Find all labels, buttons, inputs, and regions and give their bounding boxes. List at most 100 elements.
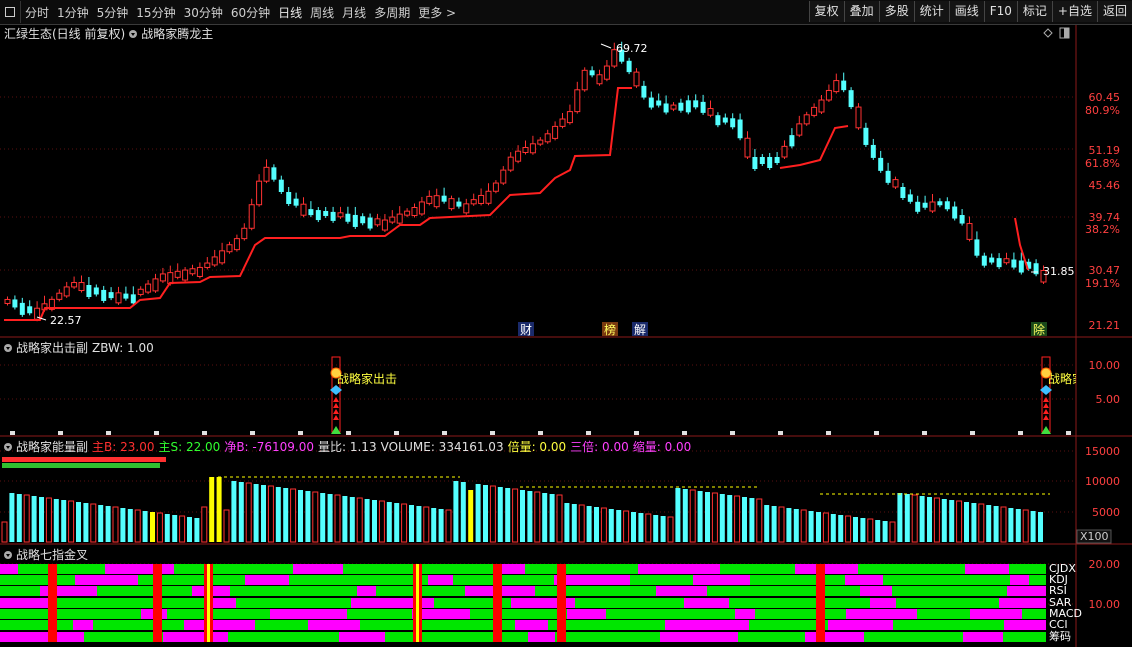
- stock-name-label: 汇绿生态(日线 前复权): [4, 27, 126, 41]
- volume-bar: [927, 497, 932, 542]
- candle: [722, 113, 728, 125]
- candle: [633, 68, 640, 88]
- volume-bar: [564, 503, 570, 542]
- diamond-icon[interactable]: [1043, 28, 1053, 38]
- ribbon-segment: [720, 564, 749, 574]
- ribbon-segment: [870, 598, 896, 608]
- signal-panel: [10, 356, 1071, 435]
- baseline-dot: [874, 431, 879, 435]
- candle: [463, 198, 470, 215]
- ribbon-segment: [428, 575, 453, 585]
- axis-tick: 60.45: [1089, 91, 1121, 104]
- signal-indicator-name[interactable]: 战略家出击副: [16, 339, 88, 356]
- event-tag-unlock[interactable]: 解: [634, 323, 646, 337]
- ribbon-segment: [653, 575, 693, 585]
- volume-bar: [9, 493, 15, 542]
- volume-bar: [638, 513, 644, 542]
- main-indicator-name[interactable]: 战略家腾龙主: [141, 25, 213, 42]
- ribbon-segment: [892, 586, 941, 596]
- candle: [337, 206, 344, 219]
- seven-indicator-name[interactable]: 战略七指金叉: [16, 546, 88, 563]
- candle: [1003, 252, 1010, 265]
- event-tag-finance[interactable]: 财: [520, 323, 532, 337]
- ribbon-segment: [846, 609, 917, 619]
- volume-bar: [372, 500, 377, 542]
- volume-bar: [209, 477, 215, 542]
- candlestick-series: [4, 41, 1047, 322]
- candle: [796, 115, 803, 138]
- volume-bar: [1022, 509, 1029, 543]
- candle: [470, 193, 477, 206]
- ribbon-segment: [260, 564, 293, 574]
- axis-tick: 51.19: [1089, 144, 1121, 157]
- baseline-dot: [346, 431, 351, 435]
- candle: [811, 103, 818, 118]
- volume-bar: [231, 481, 237, 542]
- volume-bar: [608, 509, 614, 542]
- candle: [286, 187, 292, 206]
- volume-bar: [882, 521, 888, 542]
- ribbon-segment: [470, 609, 545, 619]
- ribbon-segment: [0, 620, 73, 630]
- volume-bar: [986, 505, 992, 542]
- candle: [522, 140, 529, 155]
- candle: [500, 166, 507, 186]
- collapse-icon[interactable]: [4, 343, 12, 352]
- ribbon-segment: [18, 564, 53, 574]
- ribbon-segment: [738, 632, 763, 642]
- volume-bar: [727, 495, 733, 542]
- ribbon-segment: [210, 609, 270, 619]
- candle: [737, 113, 743, 141]
- volume-bar: [867, 518, 874, 543]
- collapse-icon[interactable]: [129, 29, 138, 38]
- axis-tick: 19.1%: [1085, 277, 1120, 290]
- collapse-icon[interactable]: [4, 442, 12, 451]
- candle: [19, 297, 25, 317]
- candle: [559, 113, 566, 129]
- event-tag-list[interactable]: 榜: [604, 322, 616, 337]
- ribbon-segment: [795, 564, 858, 574]
- ribbon-segment: [347, 609, 371, 619]
- volume-bar: [830, 514, 836, 542]
- volume-bar: [275, 487, 281, 542]
- golden-cross-column: [816, 564, 825, 642]
- volume-bar: [489, 485, 496, 543]
- ribbon-segment: [1022, 609, 1046, 619]
- ribbon-segment: [167, 609, 210, 619]
- volume-bar: [623, 510, 630, 543]
- candle: [204, 257, 211, 270]
- seven-indicator-panel-title: 战略七指金叉: [4, 546, 92, 563]
- volume-bar: [1, 521, 8, 543]
- volume-bar: [978, 503, 985, 543]
- volume-bar: [505, 488, 511, 542]
- volume-bar: [631, 512, 636, 542]
- baseline-dot: [970, 431, 975, 435]
- volume-bar: [142, 511, 148, 542]
- volume-bar: [327, 494, 333, 542]
- candle: [71, 276, 78, 289]
- candle: [855, 103, 862, 130]
- panel-frames: [0, 25, 1132, 647]
- volume-bar: [98, 505, 104, 542]
- volume-bar: [453, 481, 459, 542]
- volume-bar: [378, 500, 385, 543]
- ribbon-segment: [528, 632, 555, 642]
- event-tag-exright[interactable]: 除: [1033, 322, 1045, 337]
- volume-bar: [364, 499, 370, 542]
- ribbon-segment: [293, 564, 343, 574]
- collapse-icon[interactable]: [4, 550, 12, 559]
- ribbon-segment: [273, 620, 308, 630]
- volume-bar: [689, 489, 696, 543]
- golden-cross-core: [207, 564, 210, 642]
- kline-chart-canvas[interactable]: 60.45 80.9% 51.19 61.8% 45.46 39.74 38.2…: [0, 0, 1132, 647]
- ribbon-segment: [230, 586, 285, 596]
- ribbon-segment: [0, 586, 40, 596]
- volume-bar: [68, 500, 75, 543]
- candle: [730, 113, 736, 130]
- volume-bar: [911, 494, 918, 543]
- volume-bar: [586, 506, 592, 542]
- ribbon-segment: [805, 632, 864, 642]
- candle: [315, 207, 321, 223]
- volume-bar: [764, 505, 770, 542]
- energy-indicator-name[interactable]: 战略家能量副: [16, 438, 88, 455]
